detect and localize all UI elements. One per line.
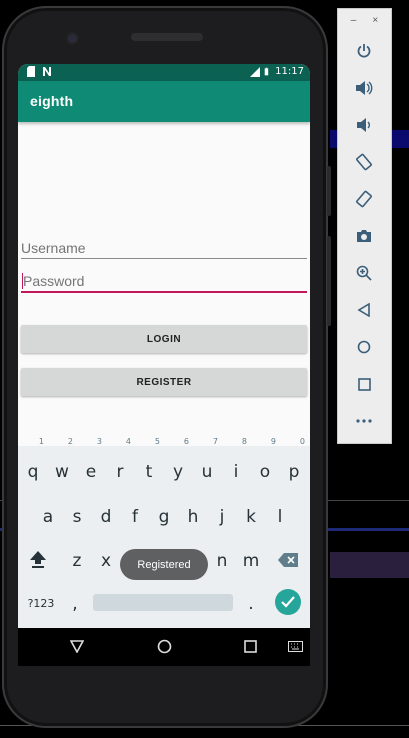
volume-down-icon — [357, 118, 370, 132]
rotate-right-icon — [356, 190, 372, 208]
backspace-icon — [278, 553, 298, 567]
key-a[interactable]: a — [35, 495, 61, 535]
home-nav-icon[interactable] — [157, 639, 172, 654]
camera-icon — [357, 230, 371, 242]
backspace-key[interactable] — [275, 539, 301, 579]
more-button[interactable] — [352, 409, 376, 433]
emulator-toolbar: – × — [337, 8, 392, 444]
key-d[interactable]: d — [93, 495, 119, 535]
sd-card-icon — [27, 66, 35, 77]
key-x[interactable]: x — [93, 539, 119, 579]
zoom-icon — [356, 265, 372, 281]
n-notification-icon — [43, 67, 51, 76]
key-j[interactable]: j — [209, 495, 235, 535]
shift-icon — [30, 551, 46, 568]
overview-button[interactable] — [352, 372, 376, 396]
signal-icon — [250, 67, 261, 77]
key-f[interactable]: f — [122, 495, 148, 535]
close-button[interactable]: × — [372, 15, 378, 26]
key-r[interactable]: 4r — [107, 437, 133, 490]
status-time: 11:17 — [275, 66, 304, 77]
enter-key[interactable] — [275, 589, 301, 615]
password-underline — [21, 291, 307, 293]
period-key[interactable]: . — [238, 582, 264, 622]
key-e[interactable]: 3e — [78, 437, 104, 490]
shift-key[interactable] — [25, 539, 51, 579]
home-button[interactable] — [352, 335, 376, 359]
register-button[interactable]: REGISTER — [21, 368, 307, 396]
key-t[interactable]: 5t — [136, 437, 162, 490]
login-button[interactable]: LOGIN — [21, 325, 307, 353]
back-icon — [357, 303, 370, 317]
minimize-button[interactable]: – — [351, 15, 357, 26]
volume-up-icon — [356, 81, 373, 95]
key-u[interactable]: 7u — [194, 437, 220, 490]
recents-nav-icon[interactable] — [244, 640, 257, 653]
background-stripe — [330, 552, 409, 578]
device-screen: 11:17 eighth LOGIN REGISTER 1q 2w 3e 4r … — [18, 64, 310, 628]
speaker-grille — [131, 33, 203, 41]
key-p[interactable]: 0p — [281, 437, 307, 490]
key-k[interactable]: k — [238, 495, 264, 535]
rotate-left-icon — [356, 153, 372, 171]
checkmark-icon — [281, 596, 295, 608]
volume-down-button[interactable] — [352, 113, 376, 137]
key-w[interactable]: 2w — [49, 437, 75, 490]
keyboard-nav-icon[interactable] — [288, 641, 303, 652]
key-z[interactable]: z — [64, 539, 90, 579]
key-g[interactable]: g — [151, 495, 177, 535]
symbols-key[interactable]: ?123 — [23, 582, 59, 622]
power-icon — [357, 44, 371, 58]
app-bar: eighth — [18, 81, 310, 122]
screenshot-button[interactable] — [352, 224, 376, 248]
key-n[interactable]: n — [209, 539, 235, 579]
password-field[interactable] — [23, 269, 309, 293]
rotate-right-button[interactable] — [352, 187, 376, 211]
key-y[interactable]: 6y — [165, 437, 191, 490]
status-bar: 11:17 — [18, 64, 310, 81]
more-icon — [356, 419, 372, 423]
power-button[interactable] — [352, 39, 376, 63]
battery-icon — [264, 67, 269, 76]
key-h[interactable]: h — [180, 495, 206, 535]
space-bar[interactable] — [93, 594, 233, 611]
volume-up-button[interactable] — [352, 76, 376, 100]
key-i[interactable]: 8i — [223, 437, 249, 490]
rotate-left-button[interactable] — [352, 150, 376, 174]
back-button[interactable] — [352, 298, 376, 322]
back-nav-icon[interactable] — [70, 640, 84, 653]
app-title: eighth — [30, 93, 74, 109]
side-button — [327, 166, 331, 216]
key-o[interactable]: 9o — [252, 437, 278, 490]
overview-icon — [357, 377, 371, 391]
navigation-bar — [18, 628, 310, 666]
front-camera — [68, 34, 77, 43]
soft-keyboard: 1q 2w 3e 4r 5t 6y 7u 8i 9o 0p a s d f g … — [18, 437, 310, 628]
toast-message: Registered — [120, 549, 208, 580]
key-m[interactable]: m — [238, 539, 264, 579]
key-q[interactable]: 1q — [20, 437, 46, 490]
home-icon — [357, 340, 371, 354]
comma-key[interactable]: , — [62, 582, 88, 622]
username-underline — [21, 258, 307, 259]
username-field[interactable] — [21, 236, 307, 260]
zoom-button[interactable] — [352, 261, 376, 285]
side-button — [327, 236, 331, 326]
key-s[interactable]: s — [64, 495, 90, 535]
key-l[interactable]: l — [267, 495, 293, 535]
